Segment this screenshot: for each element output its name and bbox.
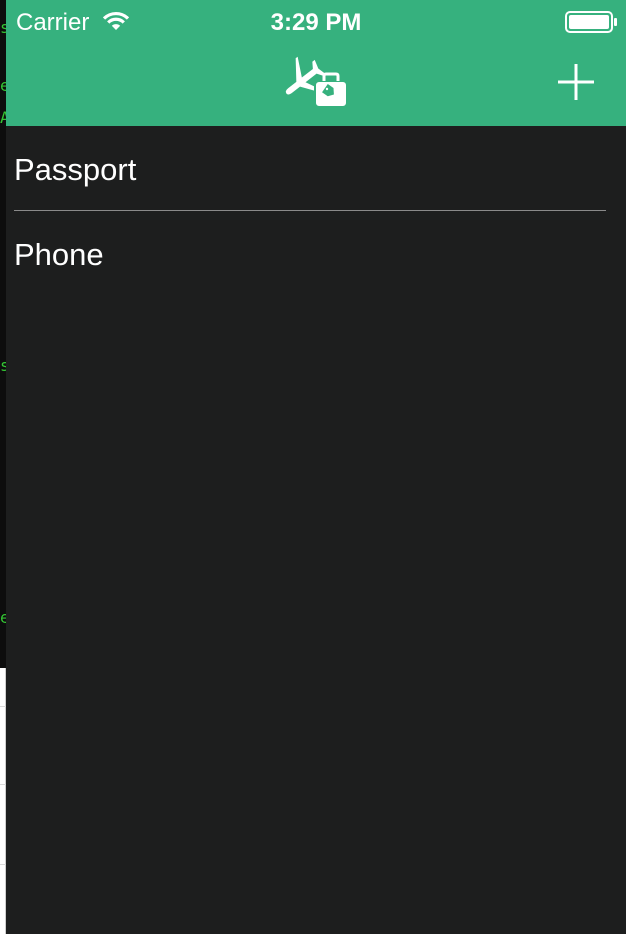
- app-screen: Carrier 3:29 PM Passport Phone: [6, 0, 626, 934]
- status-bar: Carrier 3:29 PM: [6, 0, 626, 44]
- item-list: Passport Phone: [6, 126, 626, 296]
- list-item[interactable]: Passport: [6, 126, 626, 211]
- plus-icon: [554, 64, 598, 108]
- clock-label: 3:29 PM: [270, 9, 362, 36]
- list-item-label: Phone: [14, 237, 104, 272]
- list-item-label: Passport: [14, 152, 137, 187]
- plane-suitcase-icon: [280, 50, 352, 115]
- navigation-bar: Carrier 3:29 PM: [6, 0, 626, 126]
- add-item-button[interactable]: [554, 60, 598, 104]
- battery-icon: [565, 10, 619, 39]
- list-item[interactable]: Phone: [6, 211, 626, 296]
